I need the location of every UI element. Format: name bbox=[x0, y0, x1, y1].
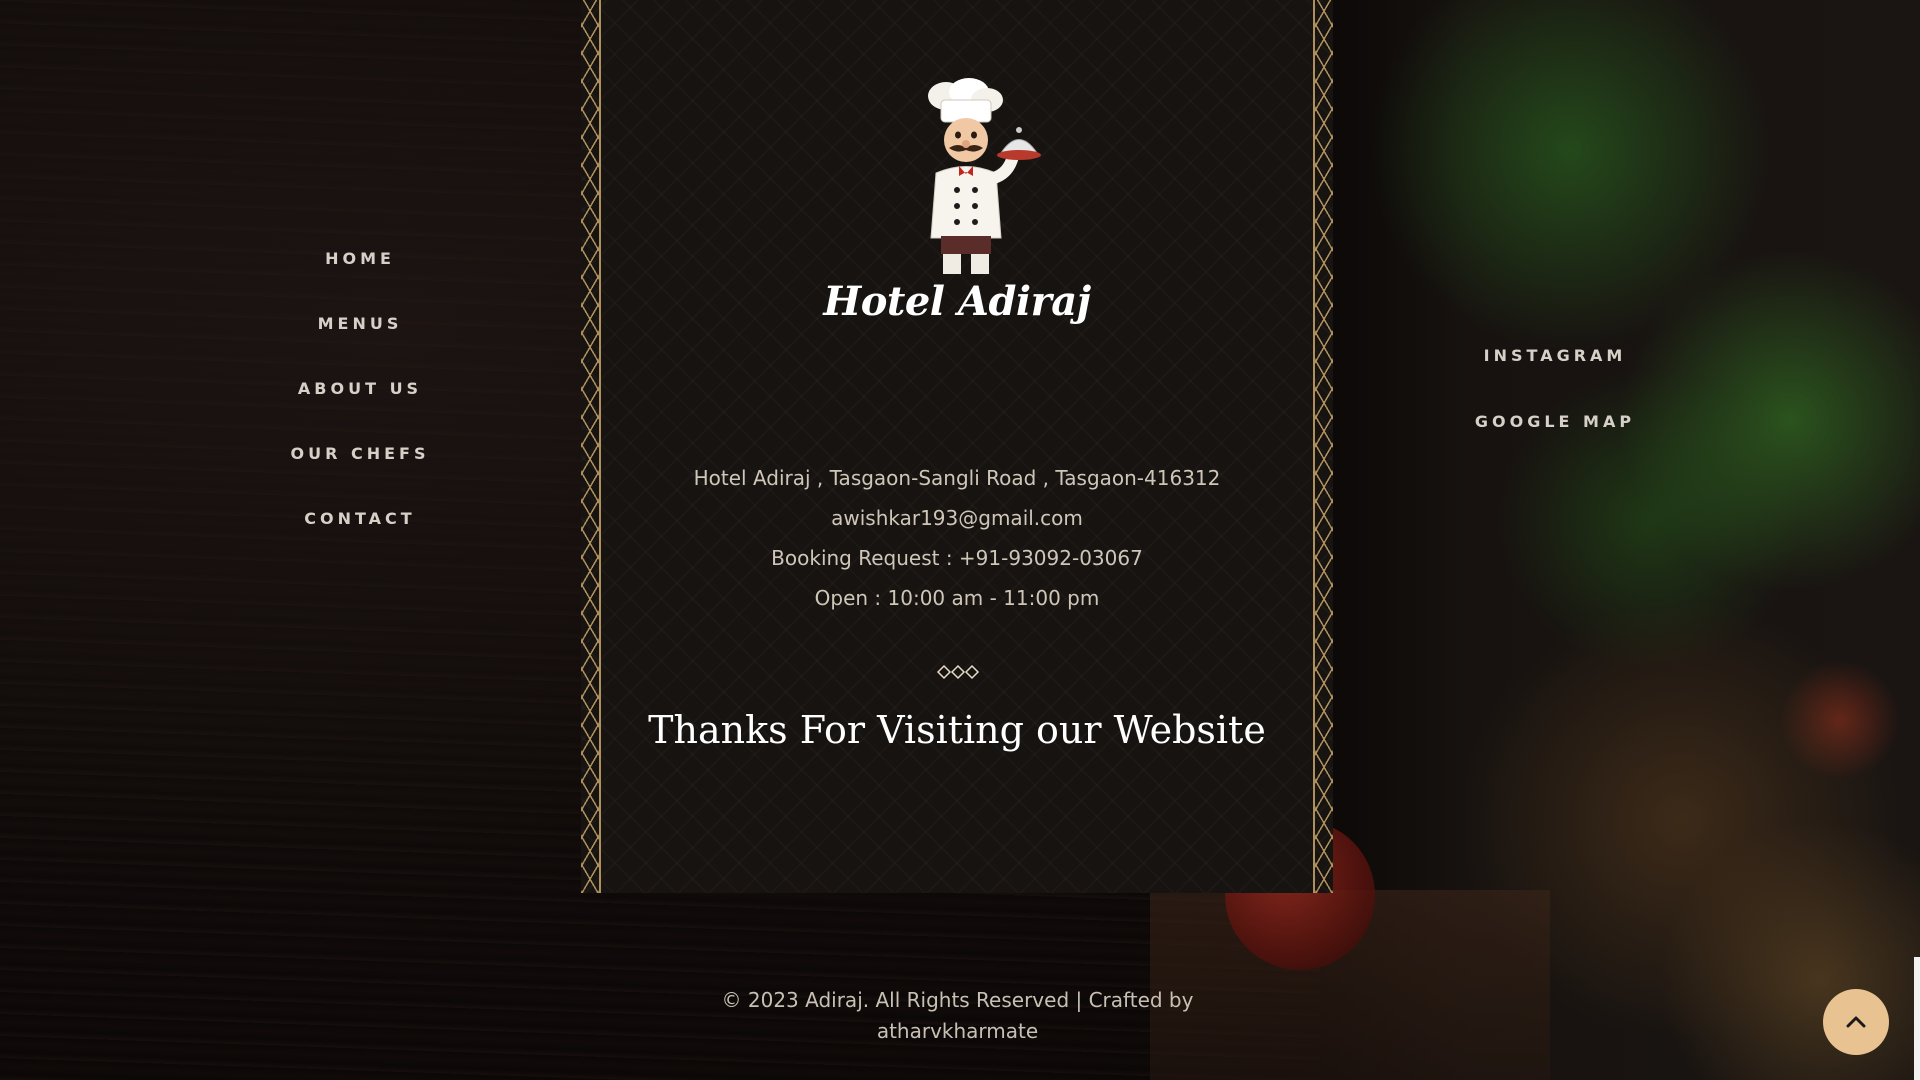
scroll-to-top-button[interactable] bbox=[1823, 989, 1889, 1055]
chevron-up-icon bbox=[1846, 1016, 1866, 1028]
contact-details: Hotel Adiraj , Tasgaon-Sangli Road , Tas… bbox=[581, 462, 1333, 622]
left-navigation: HOME MENUS ABOUT US OUR CHEFS CONTACT bbox=[260, 240, 460, 565]
nav-item-our-chefs[interactable]: OUR CHEFS bbox=[260, 435, 460, 500]
copyright-footer: © 2023 Adiraj. All Rights Reserved | Cra… bbox=[700, 985, 1215, 1047]
card-border-left bbox=[581, 0, 601, 893]
thanks-heading: Thanks For Visiting our Website bbox=[648, 708, 1266, 752]
email-link[interactable]: awishkar193@gmail.com bbox=[581, 502, 1333, 542]
instagram-link[interactable]: INSTAGRAM bbox=[1455, 340, 1655, 406]
scrollbar[interactable] bbox=[1914, 957, 1920, 1080]
author-link[interactable]: atharvkharmate bbox=[700, 1016, 1215, 1047]
card-border-right bbox=[1313, 0, 1333, 893]
diamonds-divider-icon bbox=[936, 664, 980, 680]
hours-text: Open : 10:00 am - 11:00 pm bbox=[814, 586, 1100, 610]
brand-name: Hotel Adiraj bbox=[823, 278, 1091, 325]
footer-card: Hotel Adiraj Hotel Adiraj , Tasgaon-Sang… bbox=[581, 0, 1333, 893]
google-map-link[interactable]: GOOGLE MAP bbox=[1455, 406, 1655, 472]
address-text: Hotel Adiraj , Tasgaon-Sangli Road , Tas… bbox=[693, 466, 1221, 490]
social-links: INSTAGRAM GOOGLE MAP bbox=[1455, 340, 1655, 472]
nav-item-about-us[interactable]: ABOUT US bbox=[260, 370, 460, 435]
copyright-text: © 2023 Adiraj. All Rights Reserved | Cra… bbox=[721, 988, 1194, 1012]
booking-text: Booking Request : +91-93092-03067 bbox=[771, 546, 1143, 570]
nav-item-menus[interactable]: MENUS bbox=[260, 305, 460, 370]
nav-item-home[interactable]: HOME bbox=[260, 240, 460, 305]
nav-item-contact[interactable]: CONTACT bbox=[260, 500, 460, 565]
chef-icon bbox=[928, 78, 1041, 274]
